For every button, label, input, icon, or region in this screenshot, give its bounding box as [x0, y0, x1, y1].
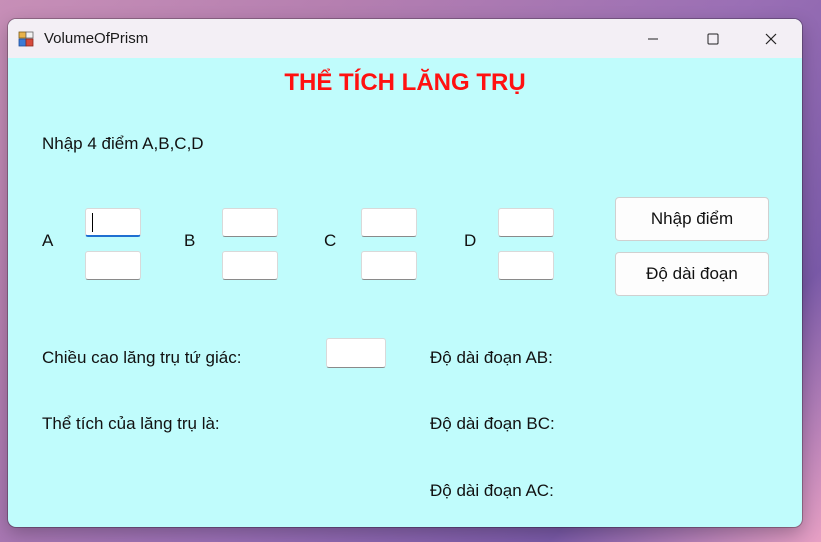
- height-label: Chiều cao lăng trụ tứ giác:: [42, 348, 242, 367]
- segment-bc-label: Độ dài đoạn BC:: [430, 414, 555, 433]
- app-window: VolumeOfPrism THỂ TÍCH LĂNG TRỤ Nhập 4 đ…: [8, 19, 802, 527]
- point-c-x-input[interactable]: [361, 208, 417, 237]
- segment-length-button[interactable]: Độ dài đoạn: [615, 252, 769, 296]
- point-b-y-input[interactable]: [222, 251, 278, 280]
- point-d-x-input[interactable]: [498, 208, 554, 237]
- maximize-button[interactable]: [684, 19, 742, 58]
- point-d-y-input[interactable]: [498, 251, 554, 280]
- point-d-label: D: [464, 231, 477, 250]
- point-c-y-input[interactable]: [361, 251, 417, 280]
- minimize-icon: [648, 38, 658, 39]
- text-caret: [92, 213, 93, 232]
- title-bar[interactable]: VolumeOfPrism: [8, 19, 802, 58]
- point-a-label: A: [42, 231, 54, 250]
- maximize-icon: [707, 33, 719, 44]
- point-a-x-input[interactable]: [85, 208, 141, 237]
- point-c-label: C: [324, 231, 337, 250]
- instruction-label: Nhập 4 điểm A,B,C,D: [42, 134, 204, 153]
- page-title: THỂ TÍCH LĂNG TRỤ: [284, 69, 526, 96]
- point-a-y-input[interactable]: [85, 251, 141, 280]
- segment-ab-label: Độ dài đoạn AB:: [430, 348, 553, 367]
- volume-label: Thể tích của lăng trụ là:: [42, 414, 220, 433]
- close-button[interactable]: [742, 19, 800, 58]
- enter-points-button[interactable]: Nhập điểm: [615, 197, 769, 241]
- segment-ac-label: Độ dài đoạn AC:: [430, 481, 554, 500]
- close-icon: [765, 33, 777, 44]
- height-input[interactable]: [326, 338, 386, 368]
- point-b-label: B: [184, 231, 196, 250]
- point-b-x-input[interactable]: [222, 208, 278, 237]
- window-title: VolumeOfPrism: [44, 30, 149, 47]
- app-icon: [18, 31, 34, 47]
- minimize-button[interactable]: [624, 19, 682, 58]
